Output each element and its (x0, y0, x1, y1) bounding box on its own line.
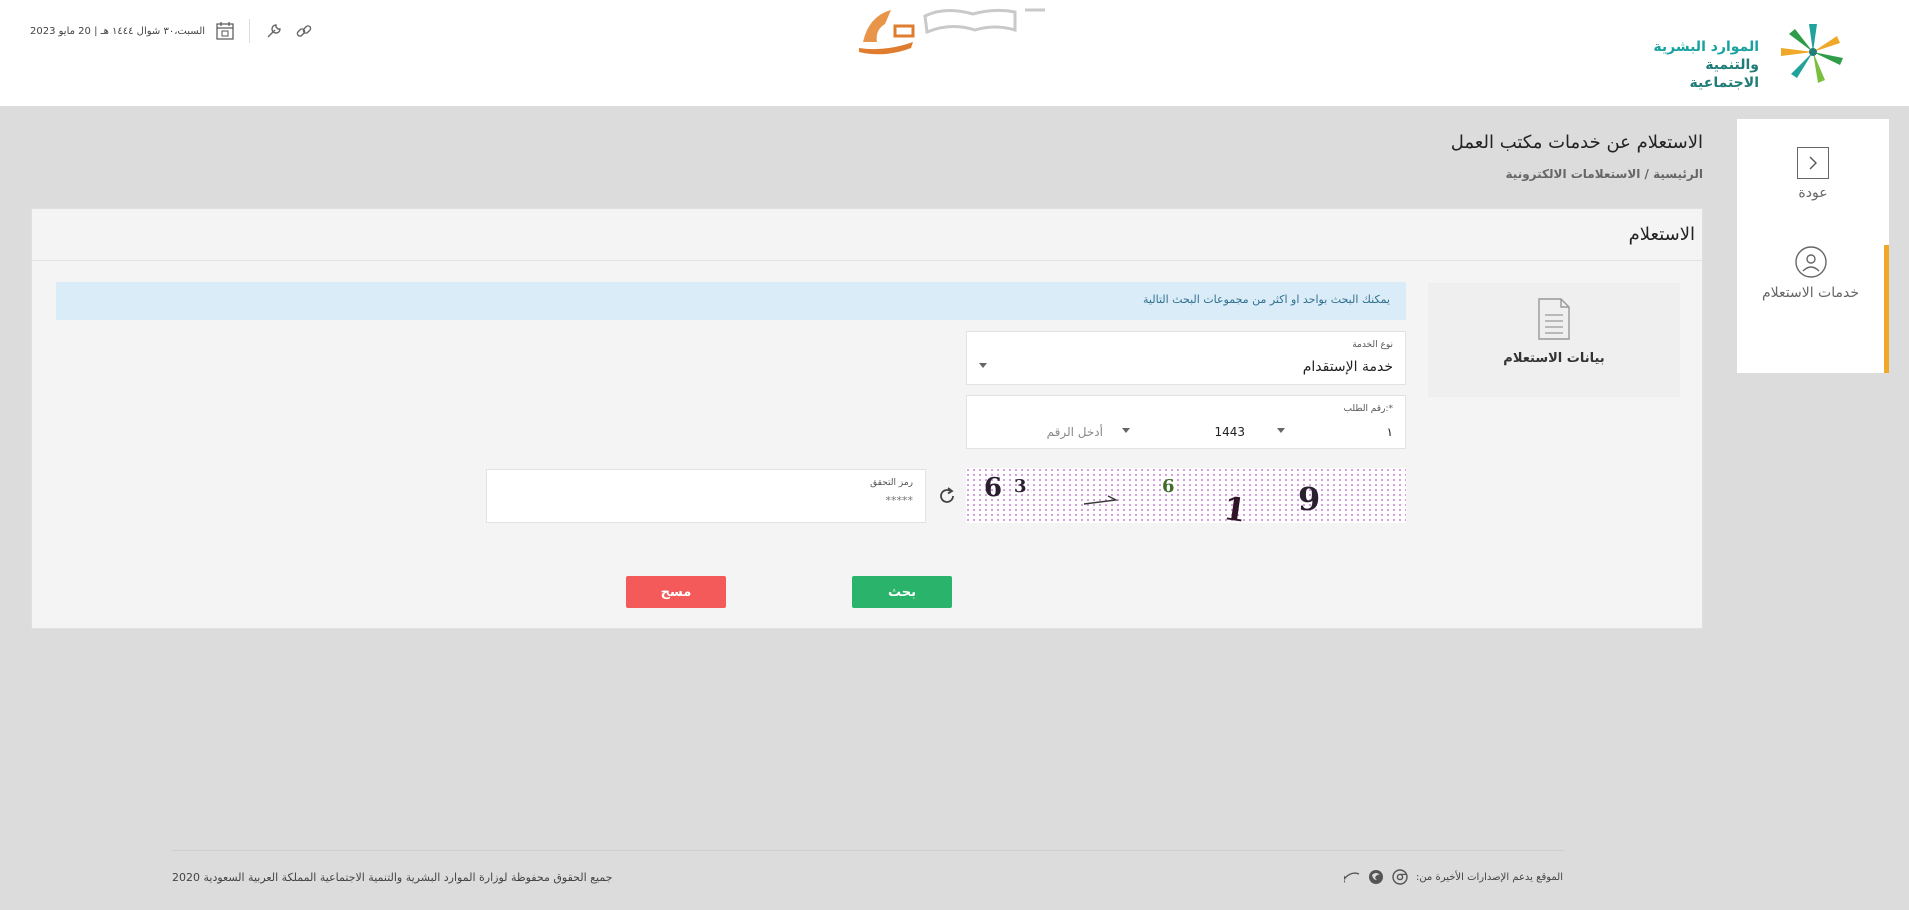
inquiry-data-card[interactable]: بيانات الاستعلام (1428, 283, 1680, 397)
inquiry-services-label: خدمات الاستعلام (1761, 285, 1859, 301)
topbar-tools: السبت،٣٠ شوال ١٤٤٤ هـ | 20 مايو 2023 (30, 16, 314, 46)
breadcrumb: الرئيسية / الاستعلامات الالكترونية (1506, 167, 1703, 181)
inquiry-services-icon (1794, 246, 1827, 278)
request-number-field: رقم الطلب:* ١ 1443 أدخل الرقم (966, 395, 1406, 449)
sidebar-item-inquiry-services[interactable]: خدمات الاستعلام (1737, 245, 1889, 373)
request-number-input[interactable]: أدخل الرقم (1047, 425, 1103, 439)
verification-code-input[interactable] (513, 494, 913, 507)
captcha-image: 6 3 6 1 9 (966, 468, 1406, 523)
svg-text:6: 6 (1162, 476, 1175, 497)
info-alert: يمكنك البحث بواحد او اكثر من مجموعات الب… (56, 282, 1406, 320)
browser-support-text: الموقع يدعم الإصدارات الأخيرة من: (1415, 871, 1563, 883)
wrench-icon[interactable] (264, 21, 284, 41)
info-message: يمكنك البحث بواحد او اكثر من مجموعات الب… (1143, 293, 1390, 306)
svg-text:3: 3 (1014, 476, 1027, 497)
firefox-icon[interactable] (1368, 869, 1384, 885)
panel-title: الاستعلام (1628, 224, 1695, 245)
svg-text:9: 9 (1298, 480, 1320, 518)
ministry-name-line2: والتنمية الاجتماعية (1689, 57, 1759, 91)
ministry-name: الموارد البشرية والتنمية الاجتماعية (1651, 38, 1759, 92)
footer-copyright: جميع الحقوق محفوظة لوزارة الموارد البشري… (172, 871, 613, 884)
breadcrumb-current[interactable]: الاستعلامات الالكترونية (1506, 167, 1641, 181)
panel-header: الاستعلام (32, 209, 1702, 261)
service-type-label: نوع الخدمة (1352, 340, 1393, 350)
inquiry-panel: الاستعلام بيانات الاستعلام يمكنك البحث ب… (31, 208, 1703, 629)
search-button[interactable]: بحث (852, 576, 952, 608)
current-date: السبت،٣٠ شوال ١٤٤٤ هـ | 20 مايو 2023 (30, 25, 206, 37)
breadcrumb-separator: / (1640, 167, 1654, 181)
verification-code-label: رمز التحقق (870, 478, 913, 488)
side-nav: عودة خدمات الاستعلام (1737, 119, 1889, 373)
request-year-select[interactable]: 1443 (1214, 425, 1245, 439)
verification-code-field[interactable]: رمز التحقق (486, 469, 926, 523)
breadcrumb-home[interactable]: الرئيسية (1653, 167, 1703, 181)
chevron-down-icon (1122, 428, 1130, 433)
link-icon[interactable] (294, 21, 314, 41)
browser-support: الموقع يدعم الإصدارات الأخيرة من: e (1344, 869, 1563, 885)
service-type-select[interactable]: نوع الخدمة خدمة الإستقدام (966, 331, 1406, 385)
topbar-divider (249, 19, 251, 43)
back-button[interactable]: عودة (1737, 147, 1889, 237)
footer-divider (172, 850, 1564, 851)
inquiry-data-label: بيانات الاستعلام (1503, 351, 1605, 366)
document-icon (1538, 298, 1570, 340)
top-header: الموارد البشرية والتنمية الاجتماعية السب… (0, 0, 1909, 106)
calendar-icon (216, 22, 234, 40)
chevron-down-icon (1277, 428, 1285, 433)
request-number-label: رقم الطلب:* (1343, 404, 1394, 414)
internet-explorer-icon[interactable]: e (1344, 869, 1360, 885)
saudi-logo-icon (859, 8, 1045, 55)
svg-text:6: 6 (984, 473, 1002, 503)
refresh-icon[interactable] (936, 485, 958, 507)
svg-text:1: 1 (1221, 489, 1248, 523)
back-label: عودة (1798, 185, 1828, 201)
page-title: الاستعلام عن خدمات مكتب العمل (1450, 132, 1703, 153)
chrome-icon[interactable] (1392, 869, 1408, 885)
ministry-name-line1: الموارد البشرية (1653, 39, 1759, 55)
service-type-value: خدمة الإستقدام (1302, 359, 1393, 375)
chevron-down-icon (979, 363, 987, 368)
ministry-logo-icon (1781, 24, 1843, 83)
back-arrow-icon (1797, 147, 1829, 179)
ministry-brand[interactable]: الموارد البشرية والتنمية الاجتماعية (1651, 22, 1851, 91)
clear-button[interactable]: مسح (626, 576, 726, 608)
request-prefix-select[interactable]: ١ (1387, 425, 1393, 439)
